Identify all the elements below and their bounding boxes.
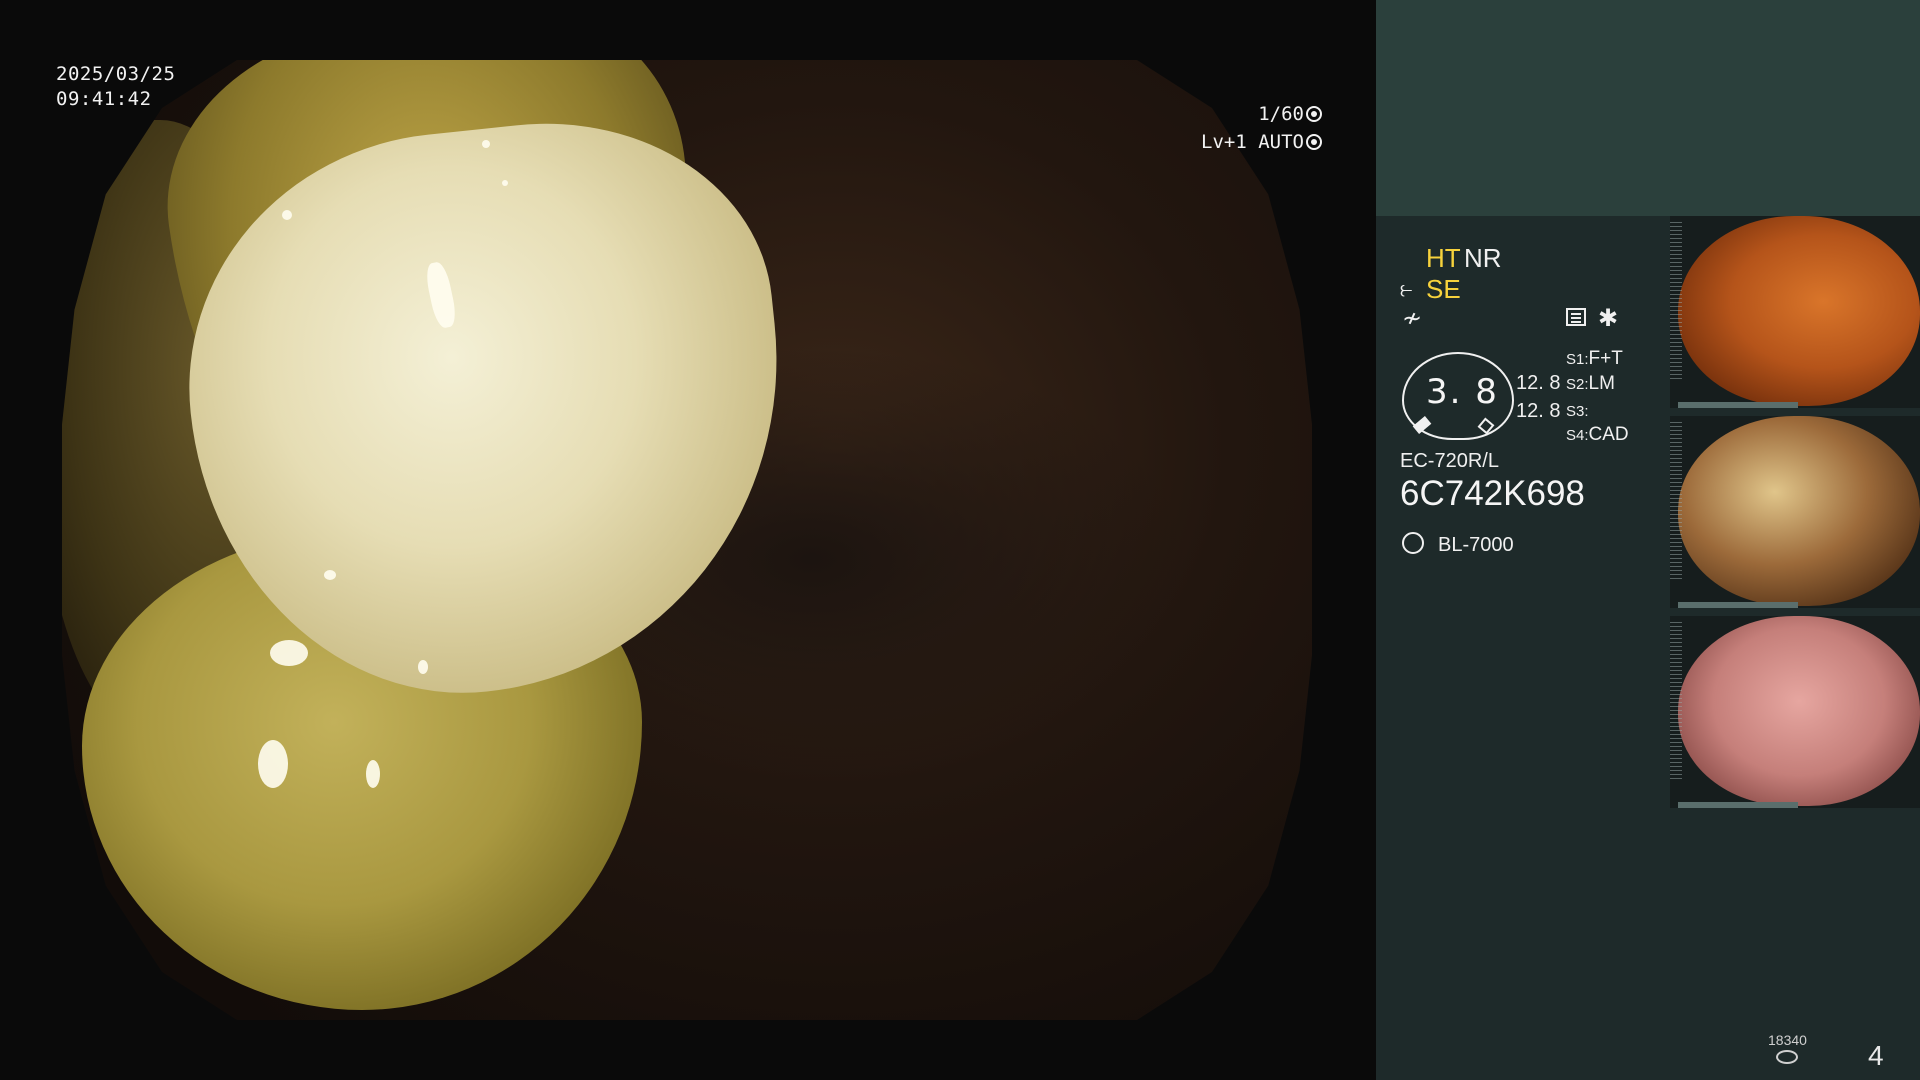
specular-highlight [258,740,288,788]
specular-highlight [270,640,308,666]
scope-serial: 6C742K698 [1400,474,1585,513]
captured-thumbnail[interactable] [1670,416,1920,608]
mode-ht: HT [1426,243,1461,273]
slot-2: S2:LM [1566,373,1615,395]
filter-icon: ≁ [1402,305,1423,332]
gauge-value: 3. 8 [1426,372,1499,412]
thumbnail-bar [1678,802,1798,808]
iris-icon [1306,134,1322,150]
thumbnail-bar [1678,402,1798,408]
thumbnail-caption [1670,422,1682,582]
slot-value: F+T [1588,348,1623,369]
specular-highlight [366,760,380,788]
thumbnail-caption [1670,222,1682,382]
thumbnail-caption [1670,622,1682,782]
menu-icon [1566,308,1586,326]
shutter-icon [1306,106,1322,122]
enhance-icon: ⥼ [1400,276,1413,301]
endoscope-image [62,60,1312,1020]
scope-model: EC-720R/L [1400,450,1499,472]
time-text: 09:41:42 [56,88,152,110]
thumbnail-image [1678,616,1920,806]
slot-1: S1:F+T [1566,348,1623,370]
mode-se: SE [1426,274,1461,304]
thumbnail-bar [1678,602,1798,608]
exposure-level: Lv+1 [1201,131,1247,153]
specular-highlight [482,140,490,148]
datetime-readout: 2025/03/25 09:41:42 [56,62,175,112]
slot-value: CAD [1588,424,1629,445]
captured-thumbnail[interactable] [1670,216,1920,408]
specular-highlight [324,570,336,580]
exposure-mode: AUTO [1258,131,1304,153]
storage-count: 18340 [1768,1032,1807,1048]
slot-key: S4: [1566,427,1589,444]
exposure-readout: 1/60 Lv+1 AUTO [1201,100,1322,156]
slot-4: S4:CAD [1566,424,1629,446]
specular-highlight [502,180,508,186]
captured-thumbnail[interactable] [1670,616,1920,808]
asterisk-icon: ✱ [1598,305,1619,332]
panel-header-area [1376,0,1920,216]
slot-key: S2: [1566,376,1589,393]
thumbnail-image [1678,216,1920,406]
date-text: 2025/03/25 [56,63,176,85]
thumbnail-image [1678,416,1920,606]
slot-value: LM [1588,373,1615,394]
value-b: 12. 8 [1516,400,1561,422]
shutter-speed: 1/60 [1258,103,1304,125]
light-source: BL-7000 [1438,534,1514,556]
specular-highlight [418,660,428,674]
mode-nr: NR [1464,243,1502,273]
light-source-icon [1402,532,1424,554]
slot-key: S3: [1566,403,1589,420]
value-a: 12. 8 [1516,372,1561,394]
storage-icon [1776,1050,1798,1064]
slot-key: S1: [1566,351,1589,368]
page-number: 4 [1868,1040,1884,1071]
slot-3: S3: [1566,400,1589,422]
specular-highlight [282,210,292,220]
